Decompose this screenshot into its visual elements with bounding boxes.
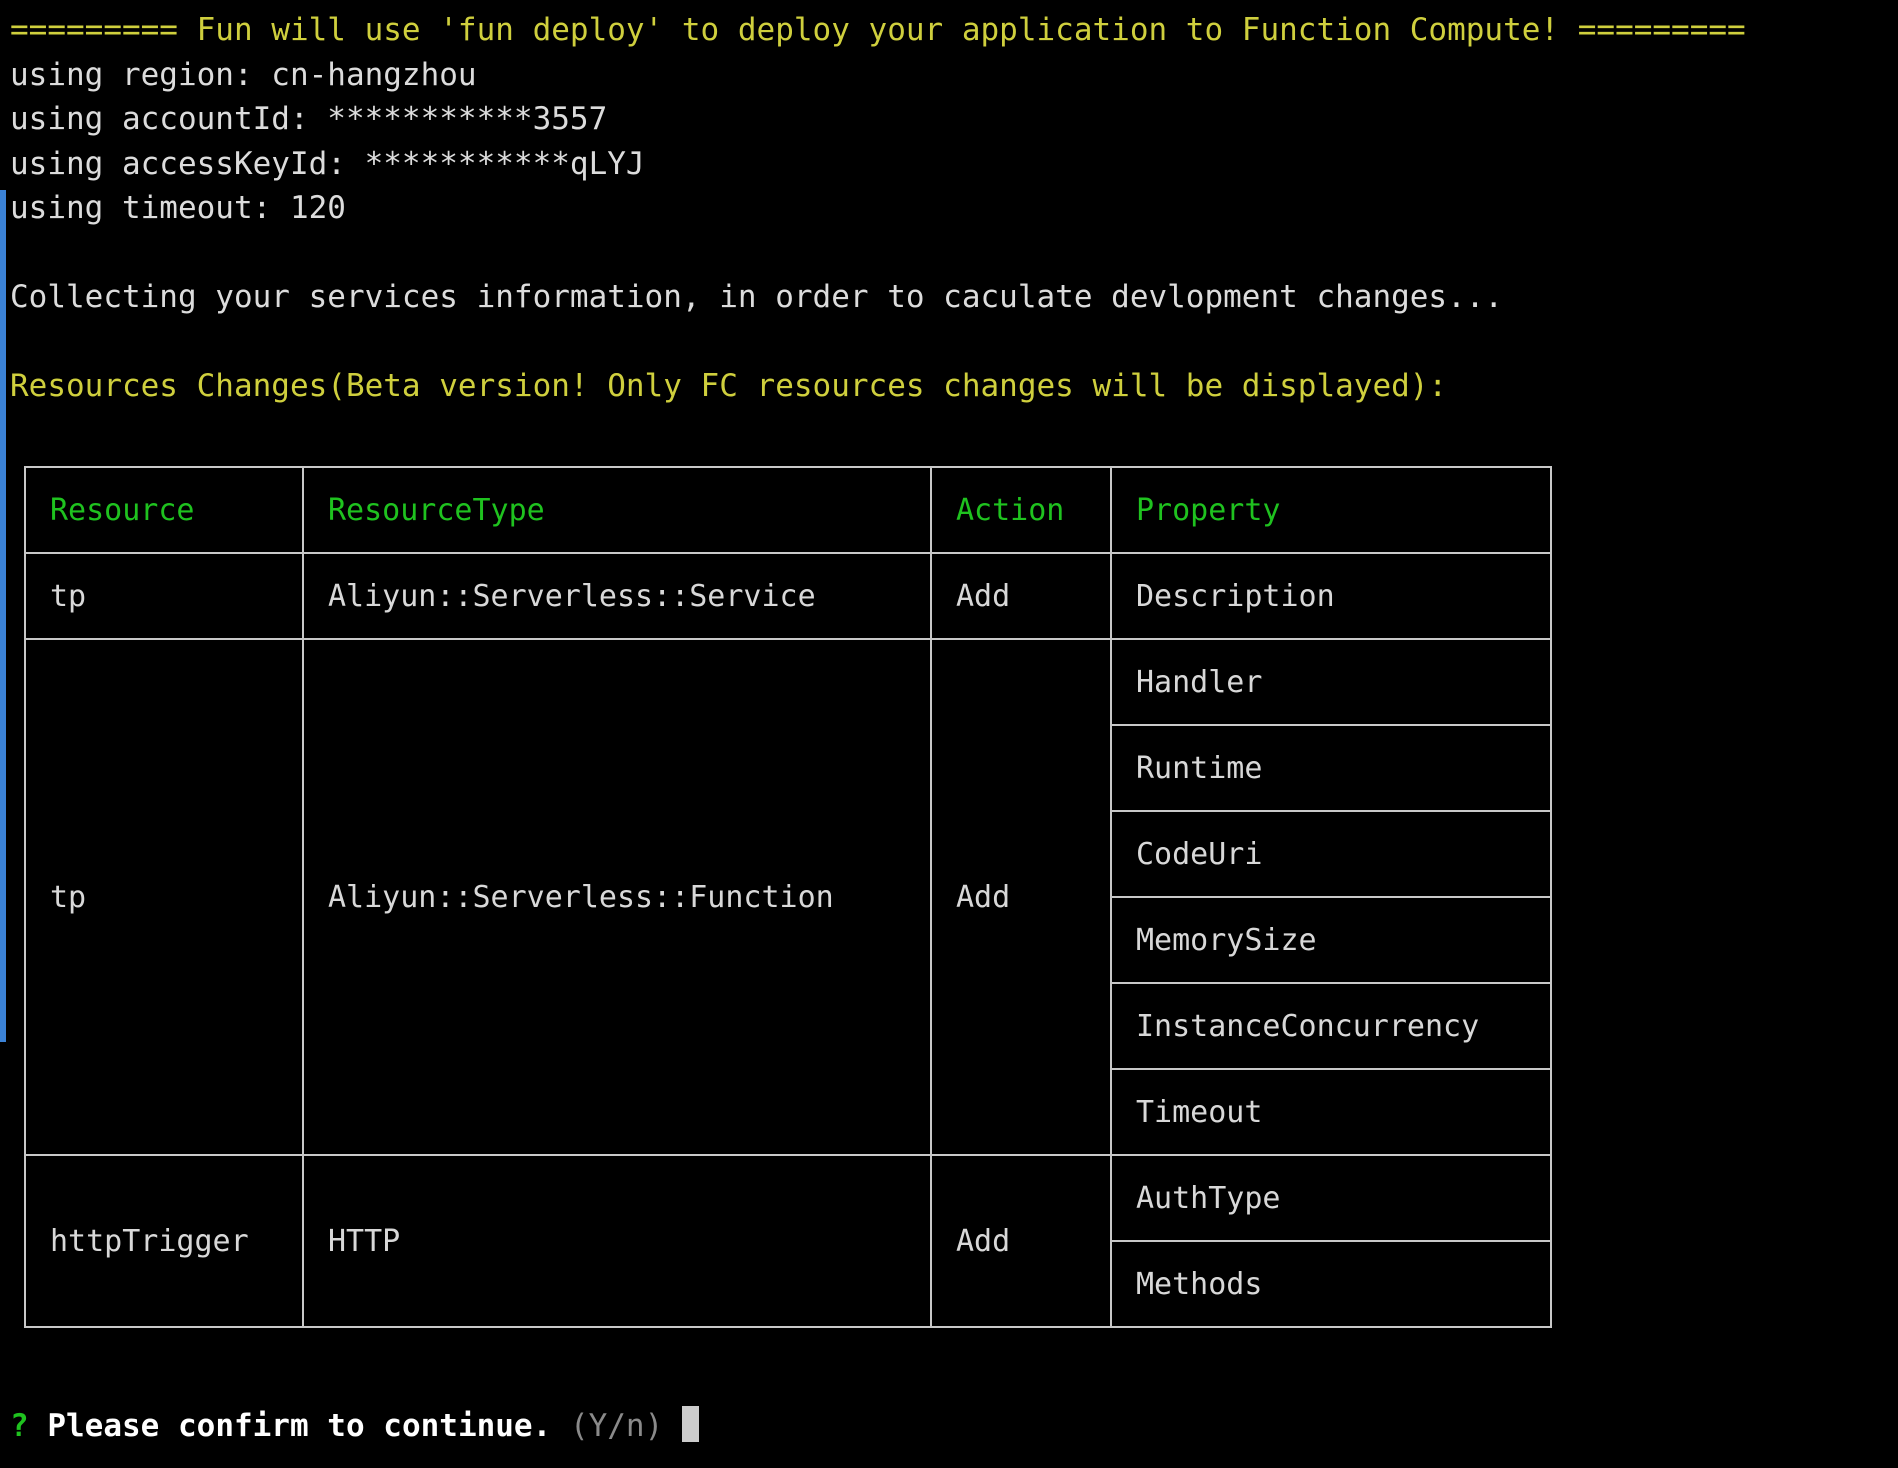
table-row: tp Aliyun::Serverless::Function Add Hand… (25, 639, 1551, 725)
info-line-account-id: using accountId: ***********3557 (0, 97, 1898, 142)
cell-property: Description (1111, 553, 1551, 639)
prompt-message: Please confirm to continue. (47, 1408, 551, 1444)
resources-changes-heading: Resources Changes(Beta version! Only FC … (0, 364, 1898, 409)
info-line-access-key-id: using accessKeyId: ***********qLYJ (0, 142, 1898, 187)
prompt-question-icon: ? (10, 1408, 29, 1444)
cell-action: Add (931, 553, 1111, 639)
prompt-hint: (Y/n) (570, 1408, 663, 1444)
banner-line: ========= Fun will use 'fun deploy' to d… (0, 8, 1898, 53)
table-row: httpTrigger HTTP Add AuthType (25, 1155, 1551, 1241)
cell-resource: tp (25, 639, 303, 1155)
cell-action: Add (931, 639, 1111, 1155)
cell-property: MemorySize (1111, 897, 1551, 983)
cell-resource: tp (25, 553, 303, 639)
column-header-resourcetype: ResourceType (303, 467, 931, 553)
resources-changes-table-wrapper: Resource ResourceType Action Property tp… (24, 466, 1552, 1328)
cell-resource: httpTrigger (25, 1155, 303, 1327)
cell-property: CodeUri (1111, 811, 1551, 897)
cell-property: Runtime (1111, 725, 1551, 811)
cell-property: InstanceConcurrency (1111, 983, 1551, 1069)
collecting-status-line: Collecting your services information, in… (0, 275, 1898, 320)
column-header-property: Property (1111, 467, 1551, 553)
table-header-row: Resource ResourceType Action Property (25, 467, 1551, 553)
cell-resourcetype: Aliyun::Serverless::Service (303, 553, 931, 639)
table-row: tp Aliyun::Serverless::Service Add Descr… (25, 553, 1551, 639)
column-header-resource: Resource (25, 467, 303, 553)
blank-line-2 (0, 320, 1898, 365)
info-line-timeout: using timeout: 120 (0, 186, 1898, 231)
cell-property: Methods (1111, 1241, 1551, 1327)
cell-action: Add (931, 1155, 1111, 1327)
confirm-prompt[interactable]: ? Please confirm to continue. (Y/n) (10, 1404, 699, 1448)
blank-line-1 (0, 231, 1898, 276)
cell-property: Timeout (1111, 1069, 1551, 1155)
cell-resourcetype: Aliyun::Serverless::Function (303, 639, 931, 1155)
info-line-region: using region: cn-hangzhou (0, 53, 1898, 98)
cell-property: AuthType (1111, 1155, 1551, 1241)
resources-changes-table: Resource ResourceType Action Property tp… (24, 466, 1552, 1328)
cell-resourcetype: HTTP (303, 1155, 931, 1327)
column-header-action: Action (931, 467, 1111, 553)
cell-property: Handler (1111, 639, 1551, 725)
text-cursor[interactable] (682, 1406, 699, 1442)
